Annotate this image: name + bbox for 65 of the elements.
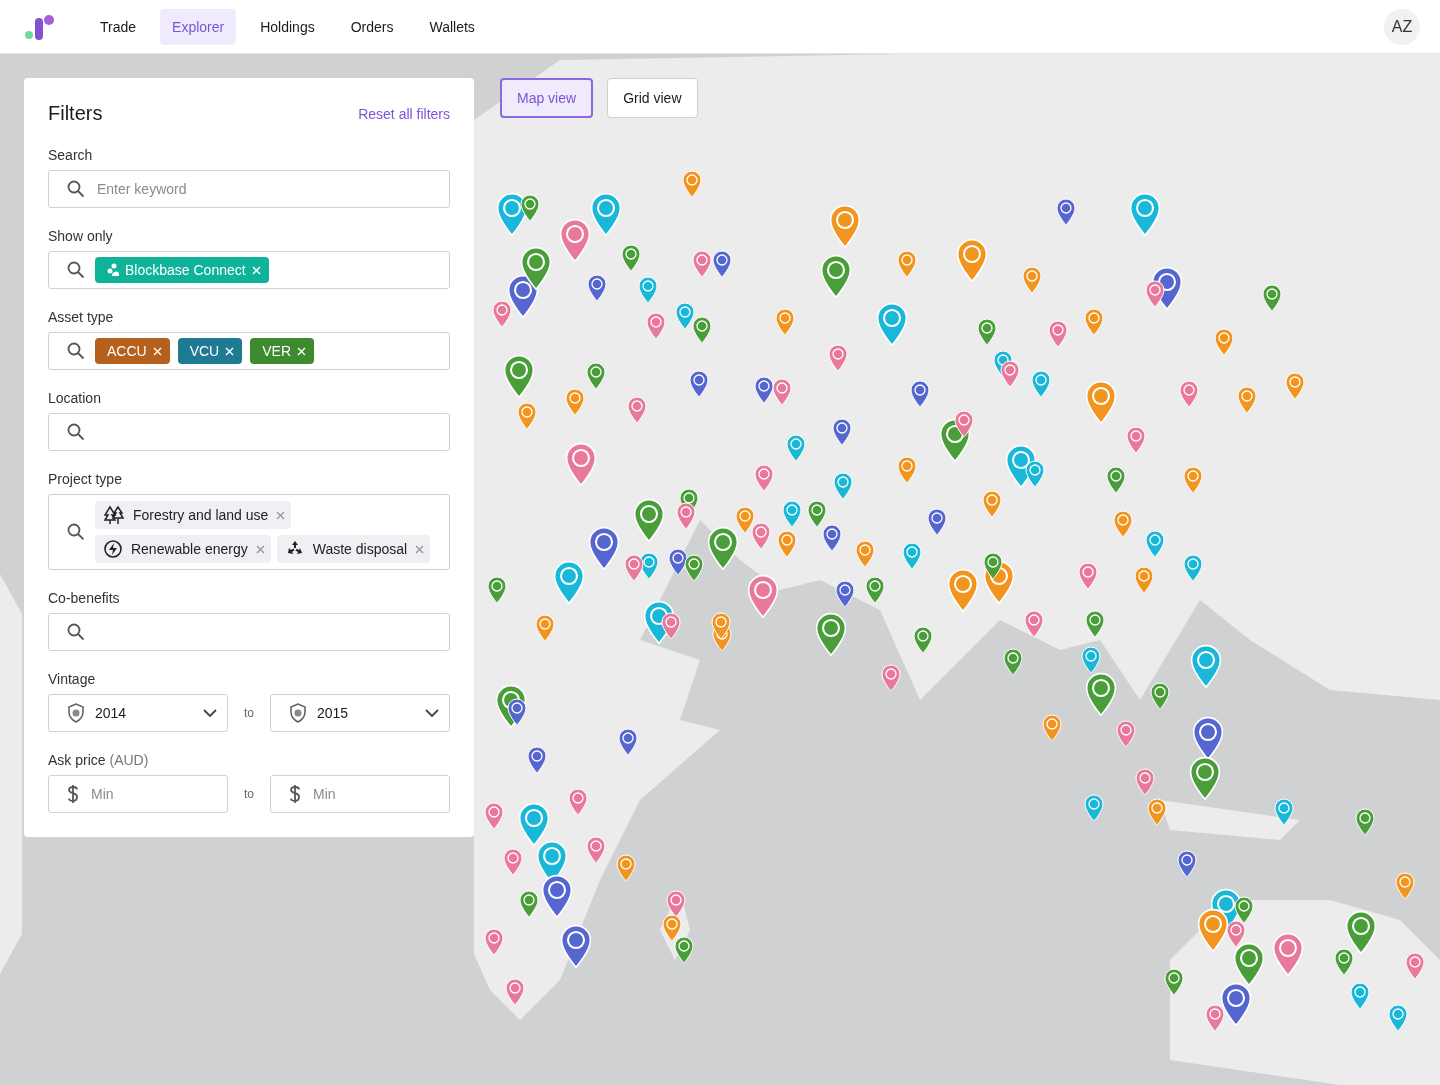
remove-icon[interactable]: [255, 544, 265, 554]
view-toggle-button[interactable]: Map view: [500, 78, 594, 118]
search-icon: [67, 261, 85, 279]
field-label: Location: [48, 390, 102, 406]
shield-clock-icon: [67, 703, 85, 723]
field-label: Search: [48, 147, 94, 163]
search-input[interactable]: Enter keyword: [95, 180, 439, 198]
field-label: Project type: [48, 471, 123, 487]
view-toggle-button[interactable]: Grid view: [607, 78, 698, 118]
chip-label: Forestry and land use: [132, 507, 269, 523]
filter-tag[interactable]: VCU: [177, 338, 243, 364]
lightning-icon: [102, 539, 123, 559]
location-field[interactable]: [48, 413, 450, 451]
remove-icon[interactable]: [276, 510, 286, 520]
search-icon: [67, 423, 85, 441]
min-price-field[interactable]: Min: [48, 775, 228, 813]
tag-label: ACCU: [107, 343, 147, 359]
logo-icon[interactable]: [24, 12, 56, 41]
max-price-input[interactable]: Min: [311, 785, 439, 803]
range-separator: to: [243, 787, 255, 801]
filter-chip[interactable]: Waste disposal: [276, 535, 431, 563]
shield-clock-icon: [289, 703, 307, 723]
field-label: Co-benefits: [48, 590, 121, 606]
nav-tab[interactable]: Explorer: [160, 8, 237, 45]
world-map-drawing[interactable]: [474, 54, 1440, 1085]
chevron-down-icon: [425, 709, 439, 717]
search-icon: [67, 180, 85, 198]
chevron-down-icon: [203, 709, 217, 717]
filter-tag[interactable]: ACCU: [95, 338, 170, 364]
field-label: Ask price (AUD): [48, 752, 150, 768]
chip-label: Waste disposal: [312, 541, 408, 557]
tag-label: VCU: [189, 343, 220, 359]
filter-chip[interactable]: Renewable energy: [94, 535, 271, 563]
range-separator: to: [243, 706, 255, 720]
min-price-input[interactable]: Min: [89, 785, 217, 803]
field-label: Asset type: [48, 309, 115, 325]
reset-filters-link[interactable]: Reset all filters: [358, 105, 450, 122]
max-price-field[interactable]: Min: [270, 775, 450, 813]
vintage-dropdown[interactable]: 2015: [270, 694, 450, 732]
vintage-dropdown[interactable]: 2014: [48, 694, 228, 732]
nav-tab[interactable]: Holdings: [248, 8, 327, 45]
search-field[interactable]: Enter keyword: [48, 170, 450, 208]
project-type-field[interactable]: Forestry and land use Renewable energy Waste disposal: [48, 494, 450, 570]
filters-title: Filters: [48, 102, 103, 125]
search-icon: [67, 342, 85, 360]
chip-label: Renewable energy: [130, 541, 248, 557]
nav-tab[interactable]: Wallets: [417, 8, 487, 45]
user-avatar[interactable]: AZ: [1384, 8, 1420, 45]
tag-label: Blockbase Connect: [125, 262, 246, 278]
search-icon: [67, 623, 85, 641]
co-benefits-field[interactable]: [48, 613, 450, 651]
remove-icon[interactable]: [415, 544, 425, 554]
people-icon: [107, 263, 119, 277]
dollar-icon: [67, 784, 79, 804]
field-label: Show only: [48, 228, 114, 244]
asset-type-field[interactable]: ACCU VCU VER: [48, 332, 450, 370]
nav-tab[interactable]: Trade: [88, 8, 149, 45]
dollar-icon: [289, 784, 301, 804]
field-label: Vintage: [48, 671, 97, 687]
search-icon: [67, 523, 85, 541]
trees-icon: [102, 505, 125, 525]
filter-chip[interactable]: Forestry and land use: [94, 501, 292, 529]
tag-label: VER: [262, 343, 292, 359]
nav-tab[interactable]: Orders: [338, 8, 406, 45]
filter-tag[interactable]: VER: [250, 338, 315, 364]
